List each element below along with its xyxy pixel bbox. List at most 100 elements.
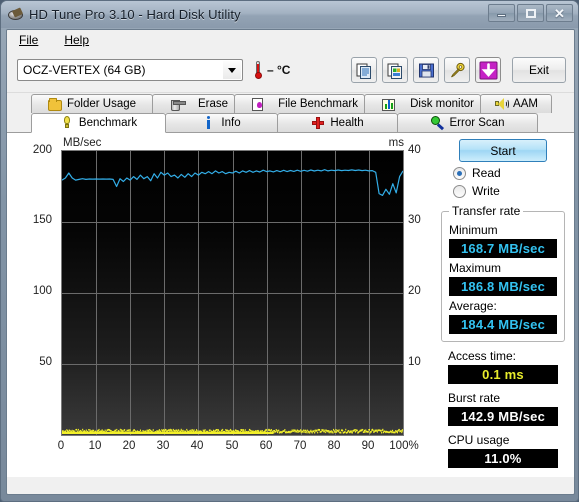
copy-image-button[interactable]	[382, 57, 408, 83]
speaker-icon	[494, 97, 510, 111]
info-icon	[202, 116, 216, 130]
minimize-button[interactable]	[488, 4, 515, 22]
copy-icon	[356, 63, 371, 79]
menu-help[interactable]: Help	[61, 32, 92, 48]
cpu-usage-label: CPU usage	[448, 433, 510, 447]
maximize-button[interactable]	[517, 4, 544, 22]
bar-chart-icon	[381, 98, 395, 111]
x-tick-30: 30	[156, 440, 170, 452]
x-tick-70: 70	[293, 440, 307, 452]
save-button[interactable]	[413, 57, 439, 83]
tab-error-scan-label: Error Scan	[449, 117, 505, 129]
tab-row-primary: Benchmark Info Health Error Scan	[7, 113, 574, 133]
access-time-value: 0.1 ms	[448, 365, 558, 384]
status-strip	[6, 493, 575, 498]
chart-svg	[62, 151, 403, 435]
exit-button[interactable]: Exit	[512, 57, 566, 83]
x-tick-80: 80	[327, 440, 341, 452]
tab-benchmark-label: Benchmark	[78, 117, 138, 129]
benchmark-chart: MB/sec ms 200 150 100 50 40 30 20 10 0 1…	[16, 137, 433, 467]
file-benchmark-icon	[251, 98, 263, 111]
menu-file[interactable]: File	[16, 32, 41, 48]
y2-tick-40: 40	[408, 144, 421, 156]
maximum-label: Maximum	[449, 261, 502, 275]
maximum-value: 186.8 MB/sec	[449, 277, 557, 296]
device-dropdown[interactable]: OCZ-VERTEX (64 GB)	[17, 59, 243, 81]
start-button-label: Start	[490, 143, 516, 158]
close-button[interactable]: ✕	[546, 4, 573, 22]
x-tick-50: 50	[225, 440, 239, 452]
tab-erase[interactable]: Erase	[152, 94, 235, 113]
tab-error-scan[interactable]: Error Scan	[397, 113, 538, 132]
menu-help-label: Help	[64, 33, 90, 47]
window-controls: ✕	[488, 4, 573, 22]
tab-health-label: Health	[330, 117, 364, 129]
x-tick-40: 40	[190, 440, 204, 452]
radio-read-indicator[interactable]	[453, 166, 466, 180]
tab-file-benchmark-label: File Benchmark	[278, 98, 358, 110]
x-tick-20: 20	[122, 440, 136, 452]
tab-aam[interactable]: AAM	[480, 94, 552, 113]
y2-tick-10: 10	[408, 356, 421, 368]
transfer-rate-legend: Transfer rate	[452, 204, 521, 218]
x-tick-0: 0	[57, 440, 65, 452]
update-button[interactable]	[475, 57, 501, 83]
chart-plot-area	[61, 150, 404, 436]
red-cross-icon	[311, 116, 325, 130]
tab-erase-label: Erase	[197, 98, 228, 110]
transfer-rate-group: Transfer rate Minimum 168.7 MB/sec Maxim…	[441, 204, 565, 342]
trash-icon	[171, 99, 187, 111]
menu-file-label: File	[19, 33, 39, 47]
cpu-usage-value: 11.0%	[448, 449, 558, 468]
tab-health[interactable]: Health	[277, 113, 398, 132]
y2-tick-20: 20	[408, 285, 421, 297]
radio-read[interactable]: Read	[453, 166, 567, 180]
access-time-series	[62, 428, 403, 434]
tab-folder-usage-label: Folder Usage	[66, 98, 137, 110]
x-tick-60: 60	[259, 440, 273, 452]
device-dropdown-value: OCZ-VERTEX (64 GB)	[23, 63, 146, 77]
radio-write[interactable]: Write	[453, 184, 567, 198]
burst-rate-label: Burst rate	[448, 391, 501, 405]
tab-info-label: Info	[221, 117, 241, 129]
access-time-label: Access time:	[448, 349, 517, 363]
options-button[interactable]	[444, 57, 470, 83]
tab-row-secondary: Folder Usage Erase File Benchmark Disk m…	[7, 94, 574, 113]
tab-info[interactable]: Info	[165, 113, 278, 132]
chevron-down-icon[interactable]	[223, 61, 241, 79]
save-icon	[418, 63, 434, 77]
transfer-rate-series	[62, 169, 403, 197]
copy-button[interactable]	[351, 57, 377, 83]
radio-read-label: Read	[472, 166, 501, 180]
app-window: HD Tune Pro 3.10 - Hard Disk Utility ✕ F…	[0, 0, 579, 502]
tab-folder-usage[interactable]: Folder Usage	[31, 94, 153, 113]
tab-benchmark[interactable]: Benchmark	[31, 113, 166, 133]
minimum-value: 168.7 MB/sec	[449, 239, 557, 258]
window-title: HD Tune Pro 3.10 - Hard Disk Utility	[29, 7, 241, 22]
y-tick-150: 150	[32, 214, 52, 226]
start-button[interactable]: Start	[459, 139, 547, 162]
client-area: File Help OCZ-VERTEX (64 GB) – °C Exit F…	[6, 29, 575, 495]
thermometer-icon	[254, 61, 262, 79]
radio-write-label: Write	[472, 184, 500, 198]
benchmark-controls: Start Read Write Transfer rate Minimum 1…	[439, 137, 567, 468]
x-tick-10: 10	[88, 440, 102, 452]
download-icon	[479, 61, 497, 79]
radio-write-indicator[interactable]	[453, 184, 466, 198]
burst-rate-value: 142.9 MB/sec	[448, 407, 558, 426]
options-icon	[450, 62, 465, 77]
tab-disk-monitor-label: Disk monitor	[410, 98, 474, 110]
y-tick-200: 200	[32, 144, 52, 156]
benchmark-panel: MB/sec ms 200 150 100 50 40 30 20 10 0 1…	[7, 132, 574, 477]
x-tick-90: 90	[361, 440, 375, 452]
average-value: 184.4 MB/sec	[449, 315, 557, 334]
chart-left-axis-label: MB/sec	[63, 137, 102, 149]
average-label: Average:	[449, 299, 497, 313]
temperature-value: – °C	[267, 63, 291, 77]
title-bar: HD Tune Pro 3.10 - Hard Disk Utility ✕	[1, 1, 578, 28]
magnifier-icon	[430, 116, 445, 130]
tab-disk-monitor[interactable]: Disk monitor	[364, 94, 481, 113]
toolbar: OCZ-VERTEX (64 GB) – °C Exit	[7, 50, 574, 93]
tab-file-benchmark[interactable]: File Benchmark	[234, 94, 365, 113]
y2-tick-30: 30	[408, 214, 421, 226]
